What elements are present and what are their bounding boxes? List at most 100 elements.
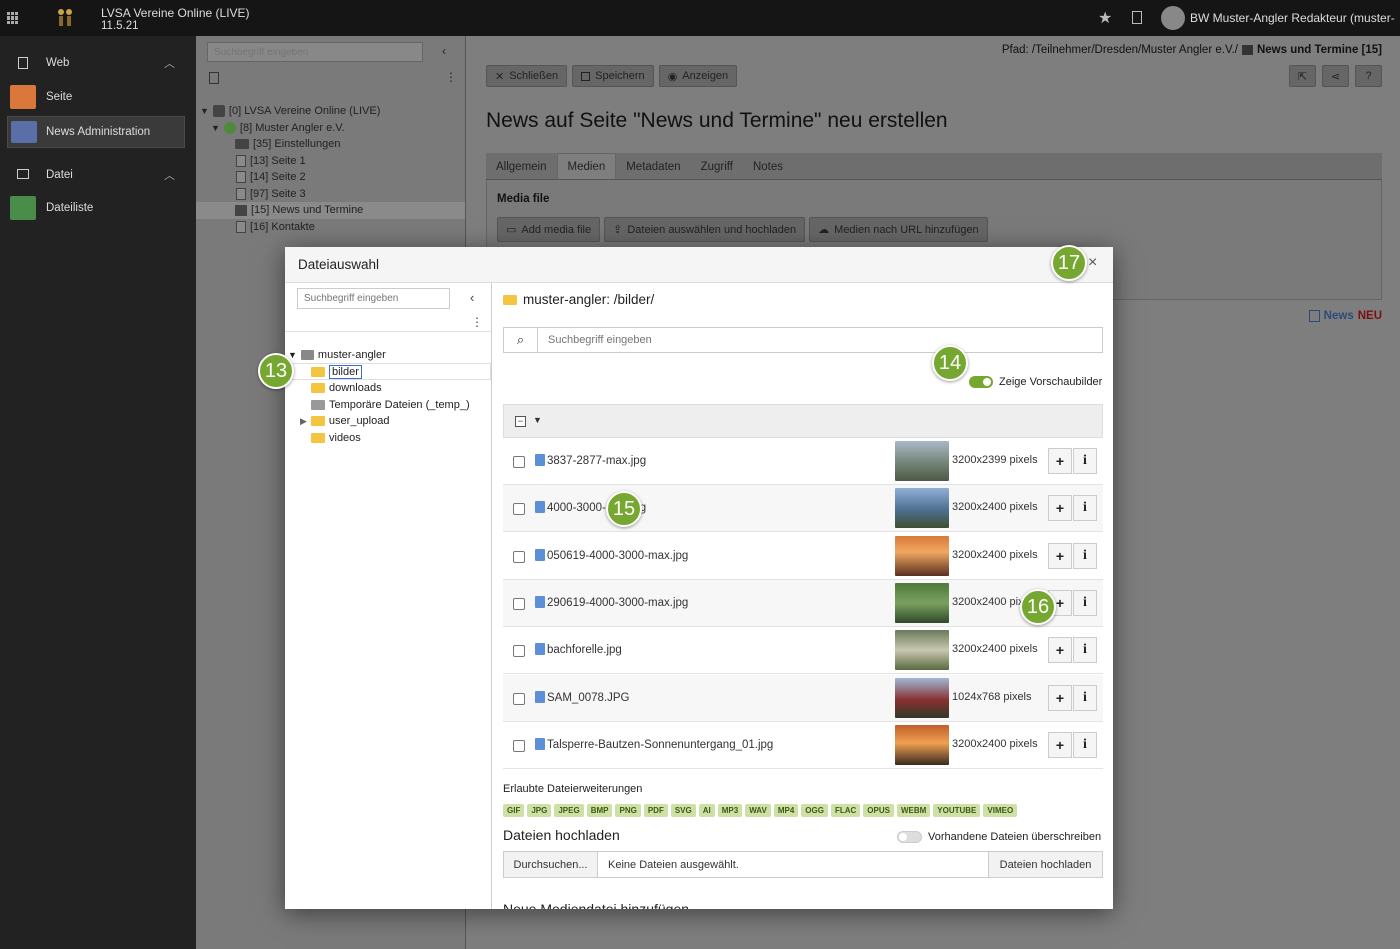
sidebar-group-datei[interactable]: Datei [46,169,73,181]
tree-node-page[interactable]: [13] Seite 1 [236,155,306,167]
upload-icon: ⇪ [613,224,623,236]
file-info-button[interactable]: i [1073,684,1097,711]
more-icon[interactable]: ⋮ [471,315,483,329]
file-row[interactable]: 4000-3000-max.jpg 3200x2400 pixels + i [503,485,1103,533]
logo-icon [58,9,72,26]
tab-zugriff[interactable]: Zugriff [691,154,743,180]
modal-close-button[interactable]: × [1088,254,1097,272]
file-info-button[interactable]: i [1073,495,1097,522]
folder-search-input[interactable] [297,288,450,309]
file-checkbox[interactable] [513,550,525,563]
tab-medien[interactable]: Medien [556,153,617,179]
folder-tree-root[interactable]: ▼ muster-angler [288,349,386,361]
share-icon[interactable]: ⋖ [1322,65,1349,87]
file-name[interactable]: SAM_0078.JPG [547,692,629,704]
file-row[interactable]: 3837-2877-max.jpg 3200x2399 pixels + i [503,438,1103,485]
file-row[interactable]: 050619-4000-3000-max.jpg 3200x2400 pixels… [503,532,1103,580]
add-file-button[interactable]: + [1048,637,1072,664]
upload-files-button[interactable]: Dateien hochladen [988,852,1102,877]
file-name[interactable]: bachforelle.jpg [547,644,622,656]
tree-node-page[interactable]: [35] Einstellungen [235,138,340,150]
edit-toolbar: ✕ Schließen Speichern ◉ Anzeigen [486,65,738,87]
add-file-button[interactable]: + [1048,731,1072,758]
document-icon[interactable] [1132,11,1142,24]
close-button[interactable]: ✕ Schließen [486,65,568,87]
extension-badge: WAV [745,804,771,817]
tab-notes[interactable]: Notes [743,154,793,180]
collapse-icon[interactable]: ‹ [442,44,446,58]
add-file-button[interactable]: + [1048,684,1072,711]
more-icon[interactable]: ⋮ [445,70,457,84]
folder-item-videos[interactable]: videos [311,432,361,444]
chevron-up-icon[interactable]: ︿ [164,55,175,71]
sidebar-item-news-administration[interactable]: News Administration [7,116,185,148]
file-row[interactable]: Talsperre-Bautzen-Sonnenuntergang_01.jpg… [503,721,1103,769]
overwrite-toggle[interactable] [897,831,922,843]
folder-item-downloads[interactable]: downloads [311,382,382,394]
file-name[interactable]: 050619-4000-3000-max.jpg [547,550,688,562]
file-checkbox[interactable] [513,503,525,516]
file-checkbox[interactable] [513,597,525,610]
file-row[interactable]: 290619-4000-3000-max.jpg 3200x2400 pixels… [503,579,1103,627]
add-media-file-button[interactable]: ▭ Add media file [497,217,601,242]
tab-metadaten[interactable]: Metadaten [616,154,690,180]
file-row[interactable]: SAM_0078.JPG 1024x768 pixels + i [503,674,1103,722]
selected-files-text: Keine Dateien ausgewählt. [608,858,739,871]
seite-module-icon [10,85,36,109]
file-name[interactable]: 290619-4000-3000-max.jpg [547,597,688,609]
file-checkbox[interactable] [513,456,525,468]
file-info-button[interactable]: i [1073,731,1097,758]
tree-node-page[interactable]: [14] Seite 2 [236,171,306,183]
tree-node-site[interactable]: ▼ [8] Muster Angler e.V. [211,122,345,134]
open-new-window-icon[interactable]: ⇱ [1289,65,1316,87]
avatar[interactable] [1161,6,1185,30]
folder-item-bilder[interactable]: bilder [311,365,362,379]
file-info-button[interactable]: i [1073,542,1097,569]
folder-item-temp[interactable]: Temporäre Dateien (_temp_) [311,399,470,411]
upload-files-button[interactable]: ⇪ Dateien auswählen und hochladen [604,217,806,242]
add-file-button[interactable]: + [1048,495,1072,522]
collapse-icon[interactable]: ‹ [470,290,474,305]
new-page-icon[interactable] [209,72,219,84]
select-all-checkbox[interactable]: − [515,416,526,427]
caret-down-icon[interactable]: ▼ [533,415,542,425]
file-info-button[interactable]: i [1073,637,1097,664]
add-file-button[interactable]: + [1048,542,1072,569]
file-info-button[interactable]: i [1073,448,1097,474]
thumbnail-toggle[interactable] [969,376,993,388]
page-tree-search-input[interactable] [207,42,423,62]
file-checkbox[interactable] [513,645,525,658]
tree-node-page[interactable]: [97] Seite 3 [236,188,306,200]
callout-13: 13 [258,353,294,389]
file-checkbox[interactable] [513,692,525,705]
file-info-button[interactable]: i [1073,589,1097,616]
tab-allgemein[interactable]: Allgemein [486,154,557,180]
callout-14: 14 [932,345,968,381]
media-url-button[interactable]: ☁ Medien nach URL hinzufügen [809,217,988,242]
news-record-link[interactable]: News NEU [1308,310,1382,322]
save-button[interactable]: Speichern [572,65,654,87]
tree-node-page-selected[interactable]: [15] News und Termine [235,204,363,216]
file-row[interactable]: bachforelle.jpg 3200x2400 pixels + i [503,627,1103,675]
view-button[interactable]: ◉ Anzeigen [658,65,738,87]
chevron-up-icon[interactable]: ︿ [164,167,175,183]
add-file-button[interactable]: + [1048,448,1072,474]
file-search-input[interactable] [538,328,1102,352]
file-name[interactable]: 3837-2877-max.jpg [547,455,646,467]
star-icon[interactable]: ★ [1098,8,1112,28]
sidebar-item-seite[interactable]: Seite [10,85,186,111]
tree-node-root[interactable]: ▼ [0] LVSA Vereine Online (LIVE) [200,105,380,117]
search-icon[interactable]: ⌕ [504,328,538,352]
folder-item-user-upload[interactable]: ▶ user_upload [300,415,389,427]
help-icon[interactable]: ? [1355,65,1382,87]
toggle-knob [899,833,907,841]
file-name[interactable]: Talsperre-Bautzen-Sonnenuntergang_01.jpg [547,739,773,751]
file-checkbox[interactable] [513,739,525,752]
sidebar-group-web[interactable]: Web [46,57,69,69]
tree-node-page[interactable]: [16] Kontakte [236,221,315,233]
user-name[interactable]: BW Muster-Angler Redakteur (muster- [1190,11,1400,25]
app-grid-icon[interactable] [7,12,19,24]
path-label: Pfad: /Teilnehmer/Dresden/Muster Angler … [1001,44,1238,56]
browse-button[interactable]: Durchsuchen... [504,852,598,877]
sidebar-item-dateiliste[interactable]: Dateiliste [10,196,186,222]
